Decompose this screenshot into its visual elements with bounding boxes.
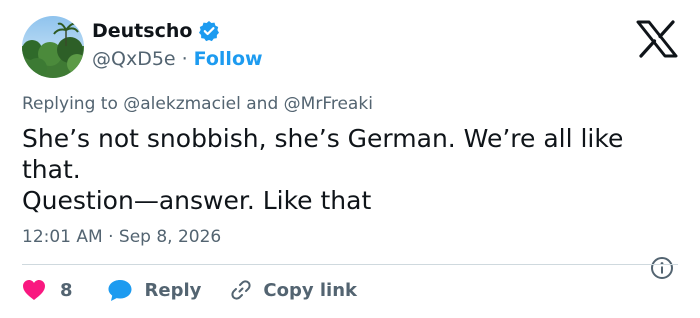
reply-prefix: Replying to [22,94,124,114]
reply-joiner: and [240,94,284,114]
link-icon [231,280,251,300]
mention-link-2[interactable]: @MrFreaki [284,94,373,114]
reply-context: Replying to @alekzmaciel and @MrFreaki [22,94,373,114]
copy-link-label: Copy link [263,279,357,301]
tweet-text: She’s not snobbish, she’s German. We’re … [22,124,624,215]
verified-badge-icon [198,20,220,42]
copy-link-button[interactable]: Copy link [229,278,357,302]
reply-bubble-icon [108,280,132,301]
author-name-row[interactable]: Deutscho [92,20,220,42]
mention-link-1[interactable]: @alekzmaciel [123,94,241,114]
like-button[interactable]: 8 [22,279,73,301]
x-logo-icon[interactable] [636,20,678,58]
reply-button[interactable]: Reply [107,278,202,302]
heart-icon [23,280,45,300]
divider [22,264,678,265]
reply-label: Reply [144,279,202,301]
handle-row: @QxD5e · Follow [92,48,263,70]
separator-dot: · [181,48,188,70]
action-bar: 8 Reply Copy link [22,276,357,304]
handle[interactable]: @QxD5e [92,48,176,70]
display-name[interactable]: Deutscho [92,20,192,42]
info-icon[interactable] [650,256,674,280]
follow-button[interactable]: Follow [194,48,263,70]
like-count: 8 [60,279,73,301]
tweet-timestamp[interactable]: 12:01 AM · Sep 8, 2026 [22,227,221,247]
avatar[interactable] [22,16,84,78]
